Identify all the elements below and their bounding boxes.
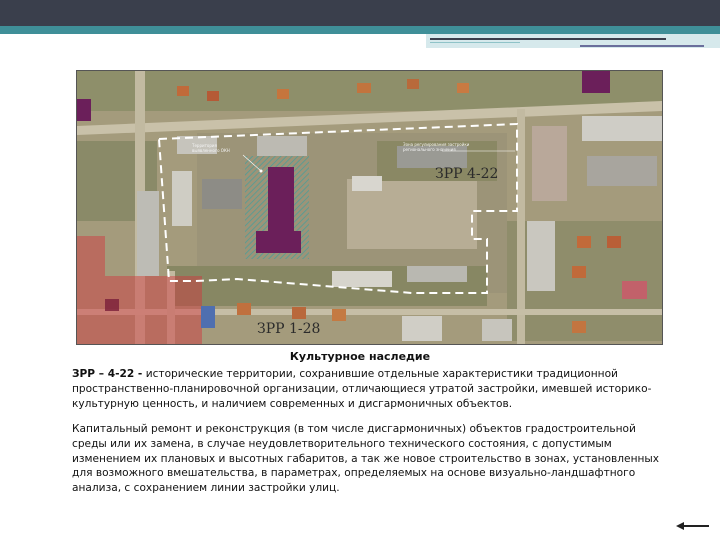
header-bar [0, 0, 720, 26]
header-line [430, 42, 520, 43]
aerial-map-drawing [77, 71, 662, 344]
header-line [580, 45, 704, 47]
map-caption: Культурное наследие [289, 350, 431, 363]
arrow-left-icon-svg [676, 522, 709, 530]
zone-code: ЗРР – 4-22 - [72, 368, 143, 380]
zone-label-secondary: ЗРР 1-28 [257, 321, 321, 337]
zone-definition-paragraph: ЗРР – 4-22 - исторические территории, со… [72, 367, 662, 411]
header-line [430, 38, 666, 40]
map-label-okn-line2: выявленного ОКН [192, 148, 230, 153]
header-accent-bar [0, 26, 720, 34]
map-label-okn: Территория выявленного ОКН [192, 143, 230, 153]
zone-definition-text: исторические территории, сохранившие отд… [72, 368, 652, 410]
map-label-zone: Зона регулирования застройки регионально… [403, 142, 469, 152]
arrow-left-icon[interactable] [676, 516, 710, 530]
zone-label-main: ЗРР 4-22 [435, 166, 499, 182]
regulation-paragraph: Капитальный ремонт и реконструкция (в то… [72, 423, 660, 495]
aerial-map: Территория выявленного ОКН Зона регулиро… [76, 70, 663, 345]
map-label-zone-line2: регионального значения [403, 147, 456, 152]
